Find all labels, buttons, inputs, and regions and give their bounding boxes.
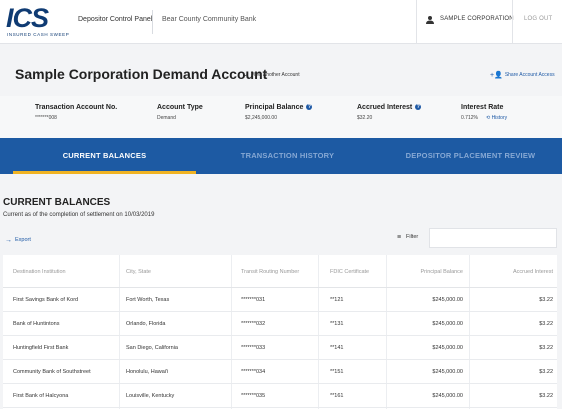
help-icon[interactable]: ? xyxy=(306,104,313,110)
user-menu[interactable]: SAMPLE CORPORATION xyxy=(440,16,514,22)
user-icon xyxy=(426,16,434,24)
account-number-field: Transaction Account No. *******008 xyxy=(35,104,117,121)
cell-institution: First Bank of Halcyona xyxy=(13,393,69,399)
cell-institution: Community Bank of Southstreet xyxy=(13,369,91,375)
header-divider xyxy=(152,10,153,34)
cell-accrued-interest: $3.22 xyxy=(539,321,553,327)
table-row[interactable]: First Bank of Halcyona Louisville, Kentu… xyxy=(3,385,557,408)
cell-city-state: Louisville, Kentucky xyxy=(126,393,175,399)
account-number-label: Transaction Account No. xyxy=(35,104,118,111)
top-bar: ICS INSURED CASH SWEEP Depositor Control… xyxy=(0,0,562,44)
cell-city-state: Honolulu, Hawai'i xyxy=(126,369,169,375)
app-title: Depositor Control Panel xyxy=(78,16,153,23)
header-divider xyxy=(416,0,417,44)
header-divider xyxy=(512,0,513,44)
cell-routing-number: *******031 xyxy=(241,297,266,303)
principal-balance-label: Principal Balance xyxy=(245,104,304,111)
section-title: CURRENT BALANCES xyxy=(3,197,111,208)
cell-principal-balance: $245,000.00 xyxy=(432,345,463,351)
logout-button[interactable]: LOG OUT xyxy=(524,16,552,22)
table-row[interactable]: Huntingfield First Bank San Diego, Calif… xyxy=(3,337,557,360)
cell-accrued-interest: $3.22 xyxy=(539,393,553,399)
share-label: Share Account Access xyxy=(504,72,555,78)
table-header: Destination Institution City, State Tran… xyxy=(3,255,557,288)
tab-transaction-history[interactable]: TRANSACTION HISTORY xyxy=(196,138,379,174)
cell-accrued-interest: $3.22 xyxy=(539,345,553,351)
cell-routing-number: *******032 xyxy=(241,321,266,327)
column-header-city-state[interactable]: City, State xyxy=(126,269,151,275)
tab-bar: CURRENT BALANCES TRANSACTION HISTORY DEP… xyxy=(0,138,562,174)
cell-city-state: San Diego, California xyxy=(126,345,178,351)
accrued-interest-field: Accrued Interest? $32.20 xyxy=(357,104,422,121)
column-header-fdic-certificate[interactable]: FDIC Certificate xyxy=(330,269,369,275)
ics-logo[interactable]: ICS INSURED CASH SWEEP xyxy=(6,5,70,39)
help-icon[interactable]: ? xyxy=(415,104,422,110)
cell-principal-balance: $245,000.00 xyxy=(432,297,463,303)
cell-institution: Bank of Huntintons xyxy=(13,321,60,327)
history-label: History xyxy=(491,115,508,121)
accrued-interest-value: $32.20 xyxy=(357,115,373,121)
chevron-down-icon: ⌄ xyxy=(243,72,249,78)
account-type-label: Account Type xyxy=(157,104,203,111)
logo-tagline: INSURED CASH SWEEP xyxy=(7,32,70,37)
active-tab-indicator xyxy=(13,171,196,174)
column-header-principal-balance[interactable]: Principal Balance xyxy=(386,269,464,275)
arrow-right-icon: → xyxy=(5,237,12,244)
account-number-value: *******008 xyxy=(35,115,57,121)
cell-institution: Huntingfield First Bank xyxy=(13,345,69,351)
logo-text: ICS xyxy=(6,3,49,33)
cell-city-state: Orlando, Florida xyxy=(126,321,166,327)
column-header-institution[interactable]: Destination Institution xyxy=(13,269,66,275)
cell-city-state: Fort Worth, Texas xyxy=(126,297,170,303)
interest-rate-label: Interest Rate xyxy=(461,104,504,111)
cell-fdic-certificate: **161 xyxy=(330,393,344,399)
filter-icon: ≡ xyxy=(397,234,402,241)
cell-fdic-certificate: **141 xyxy=(330,345,344,351)
cell-accrued-interest: $3.22 xyxy=(539,369,553,375)
add-user-icon: +👤 xyxy=(490,72,503,79)
table-row[interactable]: First Savings Bank of Kord Fort Worth, T… xyxy=(3,289,557,312)
tab-current-balances[interactable]: CURRENT BALANCES xyxy=(13,138,196,174)
history-icon: ⟲ xyxy=(485,115,491,121)
interest-rate-field: Interest Rate 0.712% ⟲ History xyxy=(461,104,507,121)
column-header-routing-number[interactable]: Transit Routing Number xyxy=(241,269,299,275)
export-label: Export xyxy=(15,237,31,243)
filter-label-group: ≡ Filter xyxy=(397,234,418,241)
bank-name: Bear County Community Bank xyxy=(162,16,257,23)
interest-rate-value: 0.712% xyxy=(461,115,478,121)
page-title: Sample Corporation Demand Account xyxy=(15,66,268,82)
balances-table: Destination Institution City, State Tran… xyxy=(3,255,557,409)
export-button[interactable]: → Export xyxy=(5,237,31,244)
cell-routing-number: *******034 xyxy=(241,369,266,375)
view-another-account-dropdown[interactable]: ⌄ View Another Account xyxy=(243,71,300,78)
column-header-accrued-interest[interactable]: Accrued Interest xyxy=(469,269,553,275)
cell-routing-number: *******035 xyxy=(241,393,266,399)
cell-fdic-certificate: **121 xyxy=(330,297,344,303)
history-link[interactable]: ⟲ History xyxy=(486,115,507,121)
account-type-value: Demand xyxy=(157,115,176,121)
principal-balance-field: Principal Balance? $2,245,000.00 xyxy=(245,104,313,121)
accrued-interest-label: Accrued Interest xyxy=(357,104,413,111)
principal-balance-value: $2,245,000.00 xyxy=(245,115,277,121)
cell-principal-balance: $245,000.00 xyxy=(432,369,463,375)
table-row[interactable]: Bank of Huntintons Orlando, Florida ****… xyxy=(3,313,557,336)
table-row[interactable]: Community Bank of Southstreet Honolulu, … xyxy=(3,361,557,384)
tab-depositor-placement-review[interactable]: DEPOSITOR PLACEMENT REVIEW xyxy=(379,138,562,174)
cell-principal-balance: $245,000.00 xyxy=(432,321,463,327)
filter-input[interactable] xyxy=(429,228,557,248)
cell-routing-number: *******033 xyxy=(241,345,266,351)
share-account-access-button[interactable]: +👤 Share Account Access xyxy=(490,71,555,79)
section-subtitle: Current as of the completion of settleme… xyxy=(3,212,155,218)
cell-institution: First Savings Bank of Kord xyxy=(13,297,79,303)
cell-fdic-certificate: **151 xyxy=(330,369,344,375)
account-type-field: Account Type Demand xyxy=(157,104,203,121)
view-another-label: View Another Account xyxy=(251,72,300,78)
cell-fdic-certificate: **131 xyxy=(330,321,344,327)
cell-accrued-interest: $3.22 xyxy=(539,297,553,303)
filter-label: Filter xyxy=(406,234,419,240)
cell-principal-balance: $245,000.00 xyxy=(432,393,463,399)
